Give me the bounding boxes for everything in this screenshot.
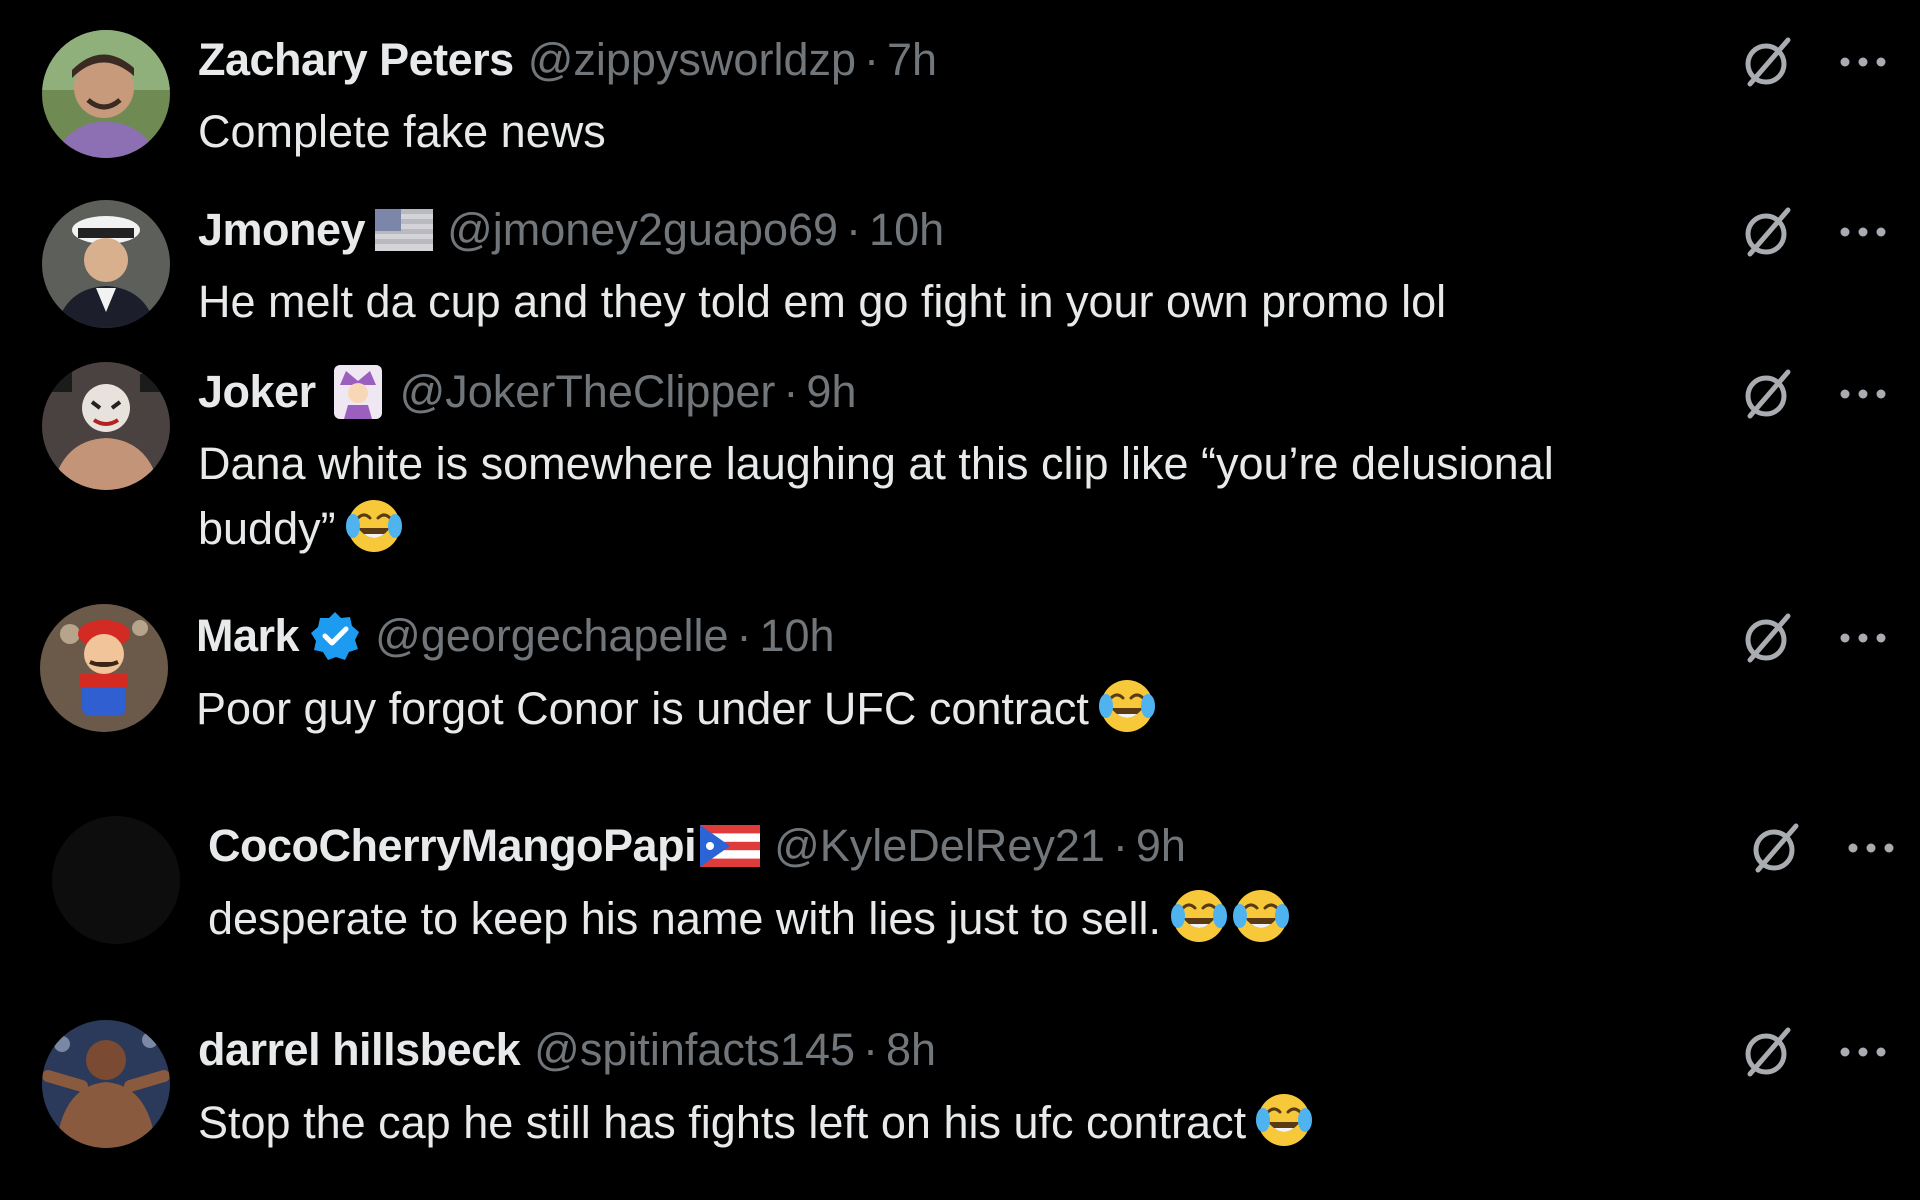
joker-emoji-icon: [333, 365, 382, 419]
user-handle[interactable]: @KyleDelRey21: [774, 818, 1105, 874]
reply-text-content: Complete fake news: [198, 106, 606, 157]
timestamp[interactable]: 8h: [886, 1022, 936, 1078]
avatar[interactable]: [42, 200, 170, 328]
grok-icon[interactable]: [1740, 1024, 1796, 1080]
avatar[interactable]: [42, 30, 170, 158]
grok-icon[interactable]: [1748, 820, 1804, 876]
timestamp[interactable]: 9h: [806, 364, 856, 420]
avatar[interactable]: [42, 1020, 170, 1148]
timestamp[interactable]: 9h: [1136, 818, 1186, 874]
more-options-icon[interactable]: [1836, 1042, 1890, 1062]
avatar[interactable]: [42, 362, 170, 490]
separator-dot: ·: [864, 34, 879, 85]
reply-header: Zachary Peters @zippysworldzp · 7h: [198, 32, 937, 88]
display-name[interactable]: darrel hillsbeck: [198, 1022, 521, 1078]
reply-text-content: Poor guy forgot Conor is under UFC contr…: [196, 683, 1089, 734]
reply-text-content: Stop the cap he still has fights left on…: [198, 1097, 1247, 1148]
reply-text: Complete fake news: [198, 100, 1718, 164]
avatar[interactable]: [40, 604, 168, 732]
more-options-icon[interactable]: [1836, 222, 1890, 242]
reply-actions: [1740, 608, 1890, 668]
timestamp[interactable]: 10h: [869, 202, 944, 258]
reply-header: CocoCherryMangoPapi @KyleDelRey21 · 9h: [208, 818, 1186, 874]
reply-text: Dana white is somewhere laughing at this…: [198, 432, 1718, 561]
reply-text-line: Dana white is somewhere laughing at this…: [198, 438, 1554, 489]
display-name[interactable]: Joker: [198, 364, 316, 420]
reply-actions: [1748, 818, 1898, 878]
timestamp[interactable]: 7h: [887, 32, 937, 88]
more-options-icon[interactable]: [1836, 52, 1890, 72]
reply-text-line: buddy”: [198, 496, 1718, 561]
tears-of-joy-emoji: [1254, 1090, 1314, 1150]
reply-actions: [1740, 364, 1890, 424]
puerto-rico-flag-icon: [700, 825, 761, 867]
reply-actions: [1740, 1022, 1890, 1082]
user-handle[interactable]: @georgechapelle: [375, 608, 728, 664]
user-handle[interactable]: @zippysworldzp: [528, 32, 856, 88]
more-options-icon[interactable]: [1836, 384, 1890, 404]
separator-dot: ·: [736, 610, 752, 661]
separator-dot: ·: [863, 1024, 879, 1075]
user-handle[interactable]: @JokerTheClipper: [400, 364, 776, 420]
separator-dot: ·: [1112, 820, 1128, 871]
display-name[interactable]: Jmoney: [198, 202, 366, 258]
display-name[interactable]: Mark: [196, 608, 300, 664]
separator-dot: ·: [846, 204, 862, 255]
more-options-icon[interactable]: [1844, 838, 1898, 858]
reply-text-line-content: buddy”: [198, 503, 336, 554]
display-name[interactable]: Zachary Peters: [198, 32, 514, 88]
reply-header: Jmoney @jmoney2guapo69 · 10h: [198, 202, 944, 258]
separator-dot: ·: [783, 366, 799, 417]
us-flag-icon: [375, 209, 434, 251]
tears-of-joy-emoji: [1169, 886, 1229, 946]
reply-text: Stop the cap he still has fights left on…: [198, 1090, 1718, 1155]
tears-of-joy-emoji: [1097, 676, 1157, 736]
reply-text: He melt da cup and they told em go fight…: [198, 270, 1718, 334]
user-handle[interactable]: @spitinfacts145: [534, 1022, 855, 1078]
reply-actions: [1740, 32, 1890, 92]
reply-header: Joker @JokerTheClipper · 9h: [198, 364, 856, 420]
timestamp[interactable]: 10h: [760, 608, 835, 664]
display-name[interactable]: CocoCherryMangoPapi: [208, 818, 697, 874]
tears-of-joy-emoji: [344, 496, 404, 556]
grok-icon[interactable]: [1740, 366, 1796, 422]
reply-actions: [1740, 202, 1890, 262]
user-handle[interactable]: @jmoney2guapo69: [447, 202, 838, 258]
reply-text: Poor guy forgot Conor is under UFC contr…: [196, 676, 1716, 741]
tears-of-joy-emoji: [1231, 886, 1291, 946]
grok-icon[interactable]: [1740, 204, 1796, 260]
avatar[interactable]: [52, 816, 180, 944]
grok-icon[interactable]: [1740, 34, 1796, 90]
more-options-icon[interactable]: [1836, 628, 1890, 648]
reply-text: desperate to keep his name with lies jus…: [208, 886, 1728, 951]
reply-header: darrel hillsbeck @spitinfacts145 · 8h: [198, 1022, 936, 1078]
reply-header: Mark @georgechapelle · 10h: [196, 608, 835, 664]
reply-text-content: He melt da cup and they told em go fight…: [198, 276, 1447, 327]
verified-icon: [309, 610, 361, 662]
reply-text-content: desperate to keep his name with lies jus…: [208, 893, 1161, 944]
grok-icon[interactable]: [1740, 610, 1796, 666]
